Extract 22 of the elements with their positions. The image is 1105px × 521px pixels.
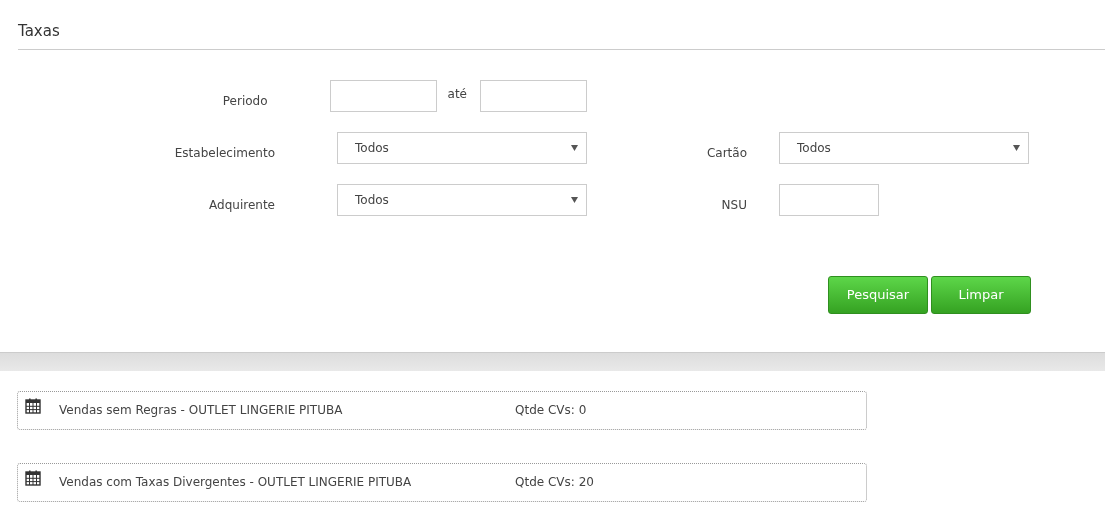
page-title: Taxas — [17, 21, 61, 42]
calendar-icon — [25, 470, 41, 486]
count-label: Qtde CVs: 0 — [515, 402, 587, 419]
caret-icon — [1013, 145, 1020, 151]
panel-title: Vendas sem Regras - OUTLET LINGERIE PITUBA — [59, 402, 344, 419]
field-label: Adquirente — [208, 197, 275, 214]
calendar-icon — [25, 398, 41, 414]
panel-title: Vendas com Taxas Divergentes - OUTLET LINGERIE PITUBA — [59, 474, 413, 491]
caret-icon — [571, 145, 578, 151]
date-to-field[interactable] — [480, 80, 587, 112]
field-label: Cartão — [705, 145, 747, 162]
select-dropdown[interactable]: Todos — [337, 132, 587, 164]
date-from-field[interactable] — [329, 80, 437, 112]
field-label: Periodo — [221, 93, 268, 110]
select-dropdown[interactable]: Todos — [779, 132, 1029, 164]
caret-icon — [571, 197, 578, 203]
select-dropdown[interactable]: Todos — [337, 184, 587, 216]
count-label: Qtde CVs: 20 — [515, 474, 594, 491]
text-field[interactable] — [779, 184, 879, 216]
field-label: NSU — [720, 197, 747, 214]
range-separator: até — [447, 86, 467, 103]
field-label: Estabelecimento — [173, 145, 275, 162]
